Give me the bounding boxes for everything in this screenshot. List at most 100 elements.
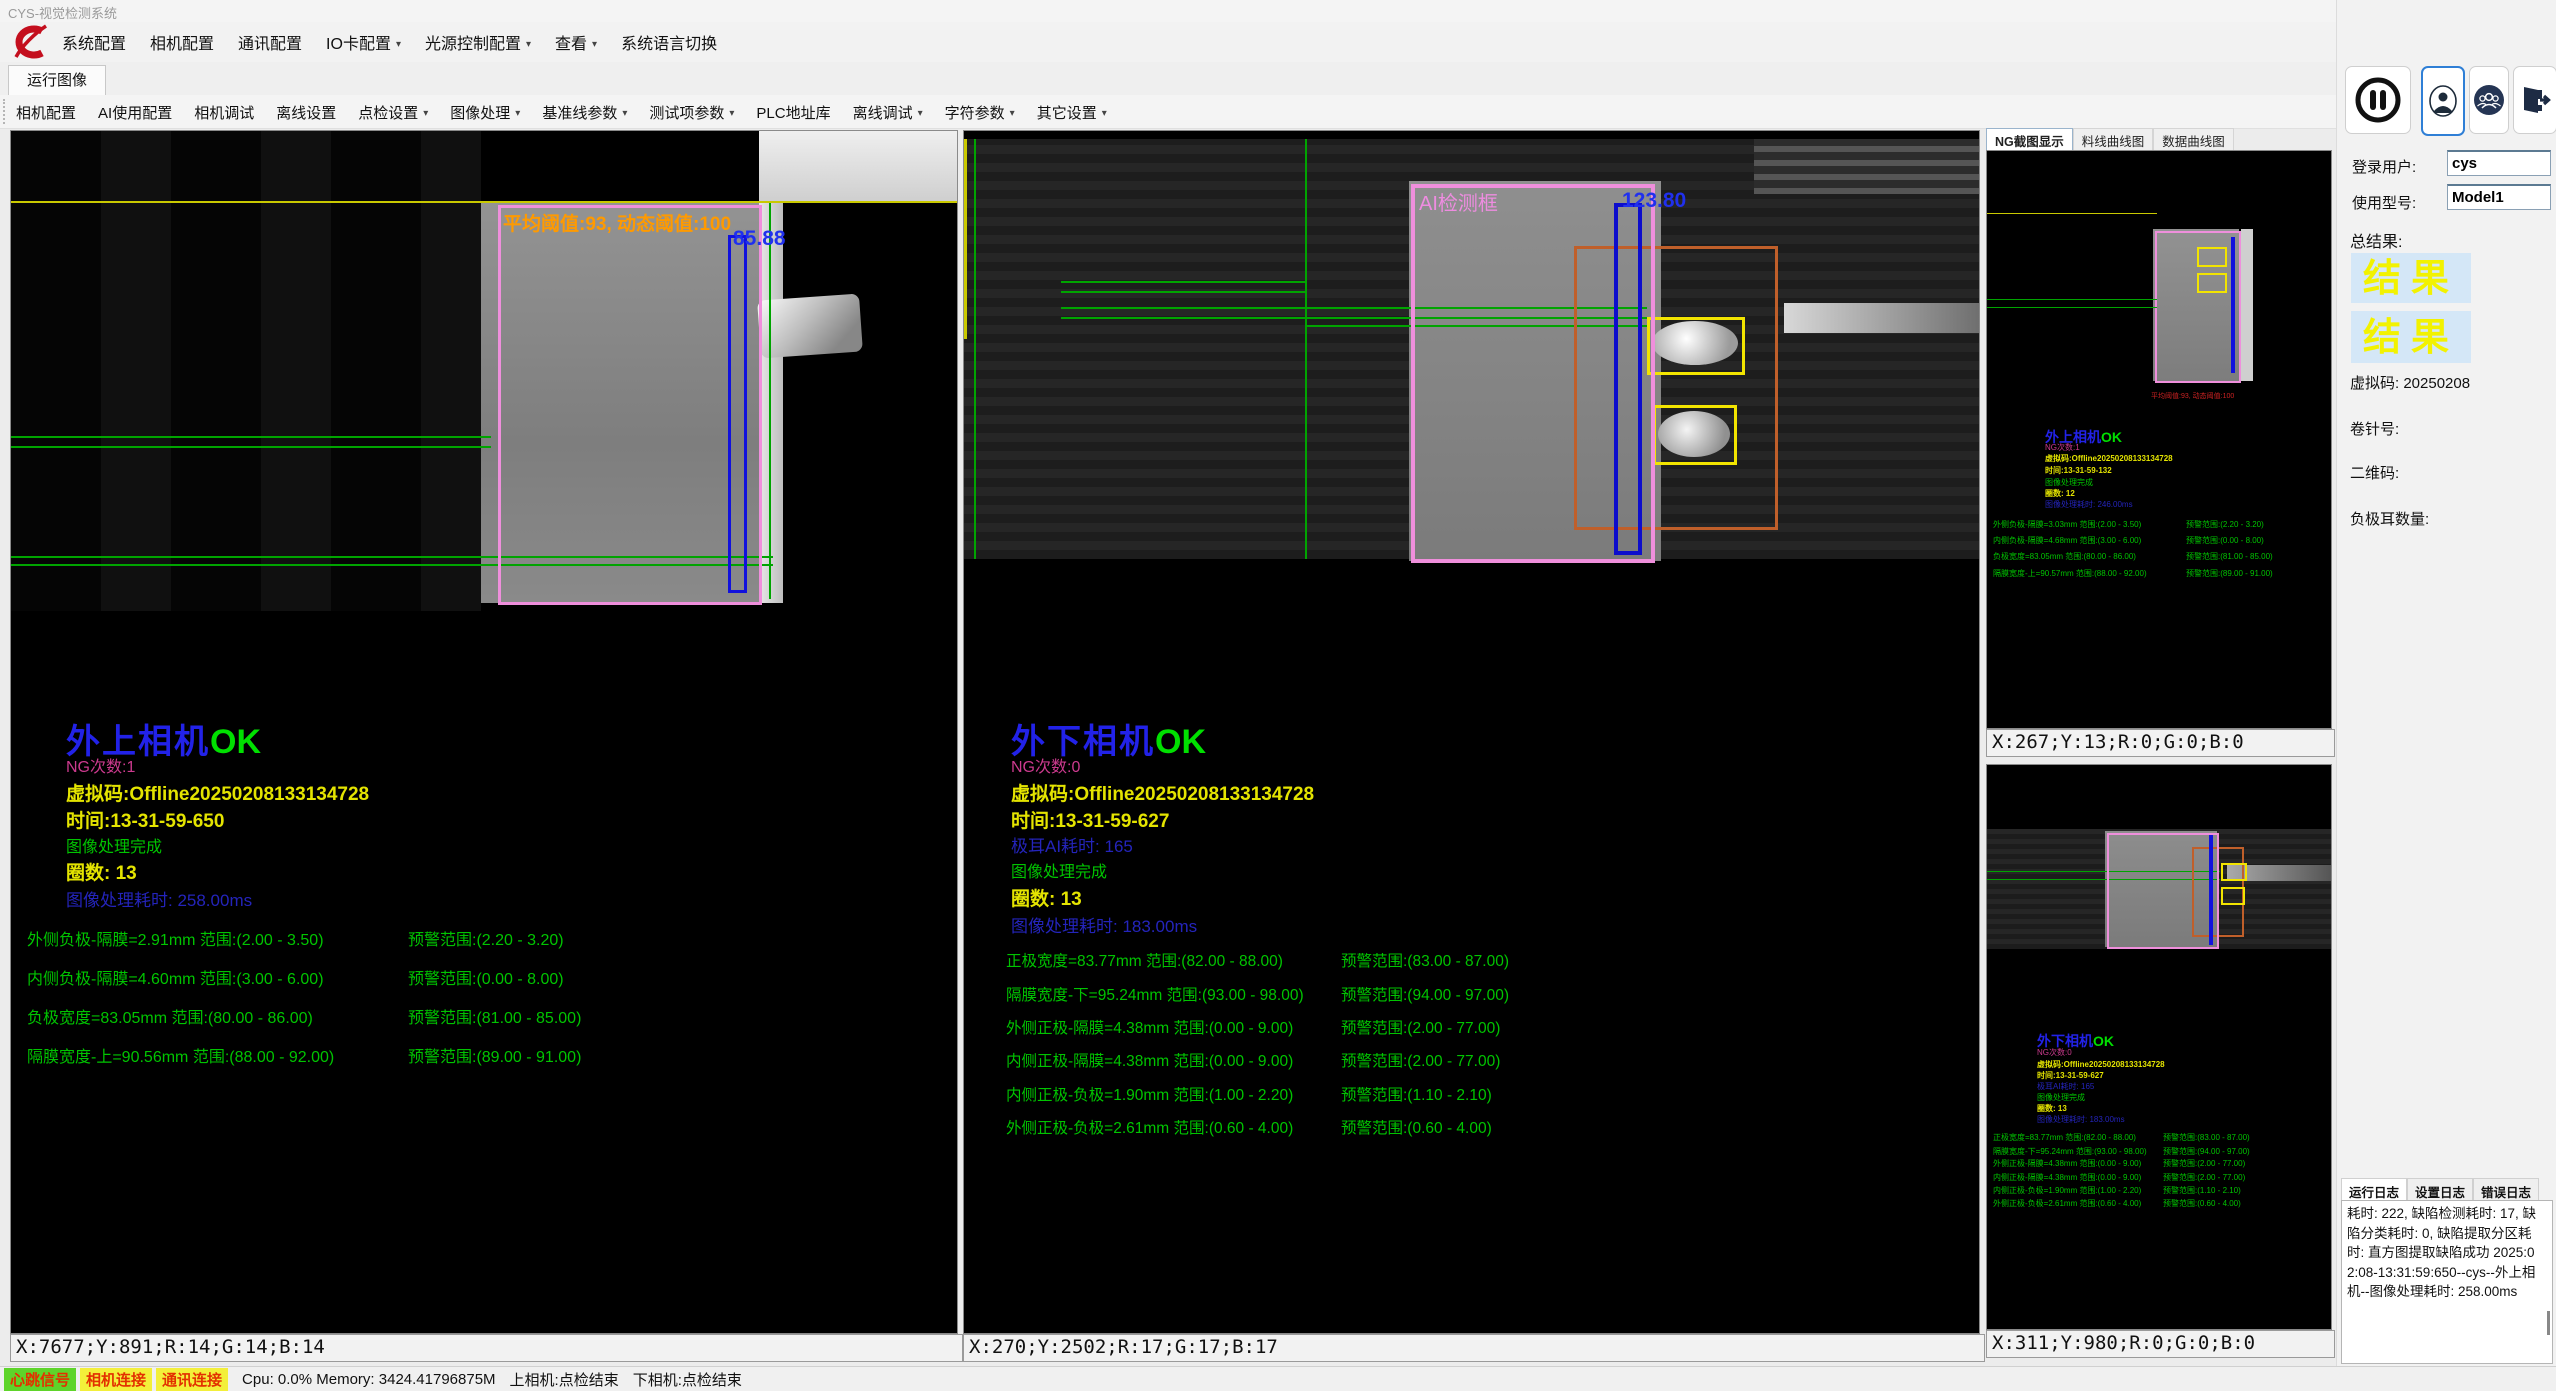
measurement-row: 内侧正极-隔膜=4.38mm 范围:(0.00 - 9.00) 预警范围:(2.… xyxy=(1006,1049,1293,1071)
warn-range-text: 预警范围:(0.60 - 4.00) xyxy=(1341,1116,1492,1138)
tool-camera-config[interactable]: 相机配置 xyxy=(16,102,76,123)
mini-virtual-code: 虚拟码:Offline20250208133134728 xyxy=(2045,453,2173,464)
status-bar: 心跳信号 相机连接 通讯连接 Cpu: 0.0% Memory: 3424.41… xyxy=(0,1366,2556,1391)
exit-logout-icon xyxy=(2518,83,2552,117)
green-reference-line xyxy=(1061,291,1307,293)
measure-roi-box xyxy=(728,235,747,593)
mini-measure-box xyxy=(2231,237,2235,373)
users-group-icon xyxy=(2473,84,2505,116)
cursor-coordinates-preview-lower: X:311;Y:980;R:0;G:0;B:0 xyxy=(1986,1330,2335,1358)
model-input[interactable] xyxy=(2447,184,2551,210)
mini-warn-text: 预警范围:(2.00 - 77.00) xyxy=(2163,1172,2245,1183)
mini-measurement-text: 负极宽度=83.05mm 范围:(80.00 - 86.00) xyxy=(1993,552,2136,561)
edge-strip xyxy=(759,203,783,603)
menu-system-config[interactable]: 系统配置 xyxy=(62,30,126,54)
yellow-reference-line xyxy=(1987,213,2157,214)
pause-button[interactable] xyxy=(2345,66,2411,134)
mini-ok-status: OK xyxy=(2093,1033,2114,1049)
ng-preview-lower[interactable]: 外下相机OK NG次数:0 虚拟码:Offline202502081331347… xyxy=(1986,764,2332,1330)
mini-elapsed: 图像处理耗时: 183.00ms xyxy=(2037,1114,2125,1125)
users-group-button[interactable] xyxy=(2469,66,2509,134)
tool-offline-debug[interactable]: 离线调试 xyxy=(853,102,923,123)
login-user-input[interactable] xyxy=(2447,150,2551,176)
mini-threshold-text: 平均阈值:93, 动态阈值:100 xyxy=(2151,391,2234,401)
mini-tab-box xyxy=(2221,887,2245,905)
tool-image-process[interactable]: 图像处理 xyxy=(450,102,520,123)
mini-measurement-row: 内侧负极-隔膜=4.68mm 范围:(3.00 - 6.00) 预警范围:(0.… xyxy=(1993,535,2141,546)
warn-range-text: 预警范围:(94.00 - 97.00) xyxy=(1341,983,1509,1005)
mini-capture-time: 时间:13-31-59-132 xyxy=(2045,465,2112,476)
tool-char-params[interactable]: 字符参数 xyxy=(945,102,1015,123)
green-reference-line xyxy=(11,436,491,438)
background-highlight xyxy=(1754,139,1979,194)
measure-roi-box xyxy=(1614,203,1642,555)
measurement-row: 内侧正极-负极=1.90mm 范围:(1.00 - 2.20) 预警范围:(1.… xyxy=(1006,1083,1293,1105)
spindle-number-field: 卷针号: xyxy=(2350,418,2399,439)
yellow-reference-line xyxy=(964,139,967,339)
menu-camera-config[interactable]: 相机配置 xyxy=(150,30,214,54)
measurement-text: 内侧正极-隔膜=4.38mm 范围:(0.00 - 9.00) xyxy=(1006,1053,1293,1070)
green-reference-line xyxy=(974,139,976,559)
camera-view-upper[interactable]: 平均阈值:93, 动态阈值:100 85.88 外上相机OK NG次数:1 虚拟… xyxy=(10,130,958,1334)
mini-measurement-row: 外侧正极-负极=2.61mm 范围:(0.60 - 4.00) 预警范围:(0.… xyxy=(1993,1198,2141,1209)
tool-spotcheck-setting[interactable]: 点检设置 xyxy=(358,102,428,123)
virtual-code: 虚拟码:Offline20250208133134728 xyxy=(66,779,369,806)
menu-language-switch[interactable]: 系统语言切换 xyxy=(621,30,717,54)
menu-io-card-config[interactable]: IO卡配置 xyxy=(326,30,401,54)
mini-measurement-row: 正极宽度=83.77mm 范围:(82.00 - 88.00) 预警范围:(83… xyxy=(1993,1132,2136,1143)
mini-warn-text: 预警范围:(81.00 - 85.00) xyxy=(2186,551,2273,562)
measurement-text: 外侧正极-隔膜=4.38mm 范围:(0.00 - 9.00) xyxy=(1006,1020,1293,1037)
mini-roi-box xyxy=(2107,833,2219,949)
roller-highlight xyxy=(1784,303,1979,333)
user-button[interactable] xyxy=(2421,66,2465,136)
camera-view-lower[interactable]: AI检测框 123.80 外下相机OK NG次数:0 虚拟码:Offline20… xyxy=(963,130,1980,1334)
log-scrollbar[interactable] xyxy=(2547,1311,2550,1335)
tool-ai-config[interactable]: AI使用配置 xyxy=(98,102,172,123)
tab-run-image[interactable]: 运行图像 xyxy=(8,65,106,95)
exit-button[interactable] xyxy=(2513,66,2556,134)
ng-preview-upper[interactable]: 平均阈值:93, 动态阈值:100 外上相机OK NG次数:1 虚拟码:Offl… xyxy=(1986,150,2332,729)
tab-line-curve[interactable]: 料线曲线图 xyxy=(2073,128,2154,150)
tool-offline-setting[interactable]: 离线设置 xyxy=(276,102,336,123)
background-highlight xyxy=(759,131,957,201)
green-reference-line xyxy=(1987,299,2157,300)
tool-test-params[interactable]: 测试项参数 xyxy=(649,102,734,123)
measurement-row: 负极宽度=83.05mm 范围:(80.00 - 86.00) 预警范围:(81… xyxy=(27,1004,313,1028)
mini-warn-text: 预警范围:(2.00 - 77.00) xyxy=(2163,1158,2245,1169)
mini-measurement-row: 内侧正极-负极=1.90mm 范围:(1.00 - 2.20) 预警范围:(1.… xyxy=(1993,1185,2141,1196)
process-done-text: 图像处理完成 xyxy=(1011,858,1107,882)
tool-other-settings[interactable]: 其它设置 xyxy=(1037,102,1107,123)
tab-ng-capture[interactable]: NG截图显示 xyxy=(1986,128,2073,150)
negative-tab-count-field: 负极耳数量: xyxy=(2350,508,2429,529)
tool-baseline-params[interactable]: 基准线参数 xyxy=(542,102,627,123)
user-icon xyxy=(2428,84,2458,118)
tool-plc-address[interactable]: PLC地址库 xyxy=(756,102,830,123)
measurement-text: 隔膜宽度-上=90.56mm 范围:(88.00 - 92.00) xyxy=(27,1049,334,1066)
run-log-content[interactable]: 耗时: 222, 缺陷检测耗时: 17, 缺陷分类耗时: 0, 缺陷提取分区耗时… xyxy=(2341,1200,2553,1364)
green-reference-line xyxy=(1061,281,1307,283)
mini-measurement-text: 隔膜宽度-上=90.57mm 范围:(88.00 - 92.00) xyxy=(1993,569,2147,578)
menu-view[interactable]: 查看 xyxy=(555,30,597,54)
menu-light-config[interactable]: 光源控制配置 xyxy=(425,30,531,54)
menu-comm-config[interactable]: 通讯配置 xyxy=(238,30,302,54)
total-result-label: 总结果: xyxy=(2350,228,2402,252)
tool-camera-debug[interactable]: 相机调试 xyxy=(194,102,254,123)
mini-measure-box xyxy=(2209,835,2213,945)
process-elapsed: 图像处理耗时: 258.00ms xyxy=(66,886,252,911)
tab-row: 运行图像 xyxy=(0,62,2556,96)
mini-tab-box xyxy=(2197,273,2227,293)
mini-measurement-row: 外侧负极-隔膜=3.03mm 范围:(2.00 - 3.50) 预警范围:(2.… xyxy=(1993,519,2141,530)
mini-loop-count: 圈数: 12 xyxy=(2045,488,2075,499)
comm-connection-status: 通讯连接 xyxy=(156,1368,228,1391)
title-bar: CYS-视觉检测系统 ─ ❐ ✕ xyxy=(0,0,2556,22)
cursor-coordinates-preview-upper: X:267;Y:13;R:0;G:0;B:0 xyxy=(1986,729,2335,757)
cursor-coordinates-lower: X:270;Y:2502;R:17;G:17;B:17 xyxy=(963,1334,1985,1362)
mini-ok-status: OK xyxy=(2101,429,2122,445)
tab-highlight xyxy=(757,294,863,359)
tab-data-curve[interactable]: 数据曲线图 xyxy=(2153,128,2234,150)
window-title: CYS-视觉检测系统 xyxy=(8,3,117,22)
tab-detect-box xyxy=(1647,317,1745,375)
mini-measurement-row: 内侧正极-隔膜=4.38mm 范围:(0.00 - 9.00) 预警范围:(2.… xyxy=(1993,1172,2141,1183)
warn-range-text: 预警范围:(83.00 - 87.00) xyxy=(1341,949,1509,971)
capture-time: 时间:13-31-59-627 xyxy=(1011,806,1169,833)
